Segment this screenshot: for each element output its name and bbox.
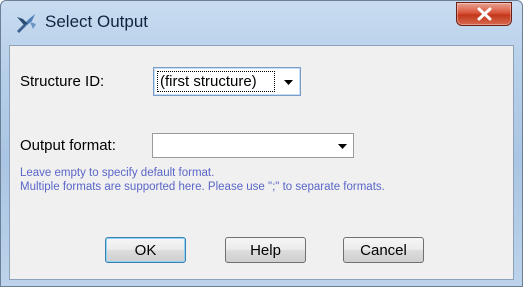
chimera-x-icon [15,11,39,35]
hint-text-multiple: Multiple formats are supported here. Ple… [20,181,385,193]
ok-button[interactable]: OK [105,237,186,263]
dialog-body: Structure ID: (first structure) Output f… [9,45,514,280]
close-x-icon [477,7,492,21]
close-button[interactable] [456,2,512,26]
chevron-down-icon [284,80,293,85]
structure-id-label: Structure ID: [20,73,105,90]
help-button[interactable]: Help [225,237,306,263]
structure-id-select[interactable]: (first structure) [153,67,301,96]
structure-id-value: (first structure) [160,73,257,90]
hint-text-default: Leave empty to specify default format. [20,167,215,179]
output-format-label: Output format: [20,137,116,154]
output-format-combobox[interactable] [152,133,354,158]
dialog-window: Select Output Structure ID: (first struc… [0,0,523,287]
title-bar[interactable]: Select Output [1,1,522,45]
chevron-down-icon [338,144,347,149]
window-title: Select Output [45,12,149,31]
cancel-button[interactable]: Cancel [343,237,424,263]
